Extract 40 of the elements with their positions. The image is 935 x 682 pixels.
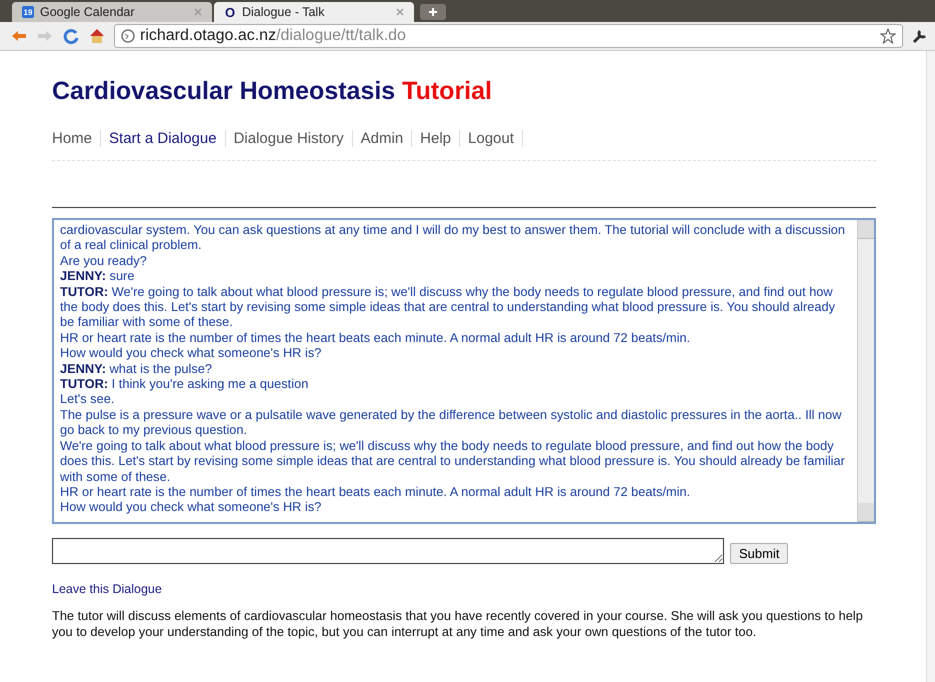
scrollbar[interactable] [857, 220, 874, 522]
transcript-line: JENNY: sure [60, 268, 136, 284]
address-bar[interactable]: richard.otago.ac.nz/dialogue/tt/talk.do [114, 24, 903, 48]
transcript-line: How would you check what someone's HR is? [60, 345, 322, 361]
nav-link[interactable]: Help [412, 130, 460, 147]
home-icon[interactable] [88, 27, 106, 45]
new-tab-button[interactable] [420, 4, 446, 20]
transcript-line: The pulse is a pressure wave or a pulsatile wave generated by the difference between systolic and diastolic pressures in the aorta.. Ill now go back to my previous question. [60, 406, 843, 438]
transcript-line: JENNY: what is the pulse? [60, 360, 213, 376]
transcript-line: HR or heart rate is the number of times the heart beats each minute. A normal adult HR is around 72 beats/min. [60, 484, 692, 500]
nav-link[interactable]: Admin [352, 130, 412, 147]
calendar-icon: 19 [22, 6, 34, 18]
transcript-line: How would you check what someone's HR is? [60, 499, 322, 515]
leave-link[interactable]: Leave this Dialogue [52, 582, 162, 596]
globe-icon [121, 29, 135, 43]
page-scrollbar[interactable] [926, 51, 935, 682]
transcript-line: Are you ready? [60, 252, 148, 268]
nav-link[interactable]: Logout [460, 130, 523, 147]
reload-icon[interactable] [62, 27, 80, 45]
transcript-line: TUTOR: We're going to talk about what blood pressure is; we'll discuss why the body needs to regulate blood pressure, and find out how the body does this. Let's start by revising some simple ideas that are central to understanding what blood pressure is. You should already be familiar with some of these. [60, 284, 836, 330]
browser-tab[interactable]: O Dialogue - Talk [214, 2, 414, 22]
browser-tab[interactable]: 19 Google Calendar [12, 2, 212, 22]
nav-link[interactable]: Dialogue History [226, 130, 353, 147]
wrench-icon[interactable] [911, 27, 929, 45]
submit-button[interactable]: Submit [730, 543, 788, 564]
site-icon: O [224, 6, 236, 18]
page-title: Cardiovascular Homeostasis Tutorial [52, 77, 493, 106]
transcript-line: cardiovascular system. You can ask questions at any time and I will do my best to answer them. The tutorial will conclude with a discussion of a real clinical problem. [60, 222, 846, 253]
transcript-line: HR or heart rate is the number of times the heart beats each minute. A normal adult HR is around 72 beats/min. [60, 330, 692, 346]
nav-link[interactable]: Start a Dialogue [101, 130, 226, 147]
nav-link[interactable]: Home [52, 130, 102, 147]
description-text: The tutor will discuss elements of cardiovascular homeostasis that you have recently covered in your course. She will ask you questions to help you to develop your understanding of the topic, but you can interrupt at any time and ask your own questions of the tutor too. [52, 608, 864, 640]
plus-icon [428, 7, 438, 17]
message-input[interactable] [52, 538, 724, 564]
star-icon[interactable] [880, 28, 896, 44]
url-text: richard.otago.ac.nz/dialogue/tt/talk.do [140, 27, 406, 45]
transcript-line: We're going to talk about what blood pressure is; we'll discuss why the body needs to regulate blood pressure, and find out how the body does this. Let's start by revising some simple ideas that are central to understanding what blood pressure is. You should already be familiar with some of these. [60, 438, 846, 484]
transcript-line: TUTOR: I think you're asking me a question [60, 376, 310, 392]
close-icon[interactable] [396, 8, 404, 16]
transcript-line: Let's see. [60, 391, 116, 407]
